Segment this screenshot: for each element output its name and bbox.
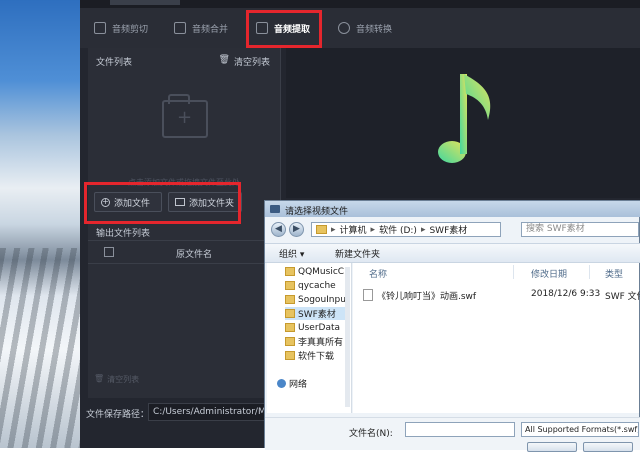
- convert-icon: [338, 22, 350, 34]
- clear-list-button[interactable]: 🗑 清空列表: [219, 55, 270, 68]
- scissors-icon: [94, 22, 106, 34]
- new-folder-button[interactable]: 新建文件夹: [335, 247, 380, 260]
- search-input[interactable]: 搜索 SWF素材: [521, 222, 639, 237]
- column-type[interactable]: 类型: [605, 267, 623, 280]
- file-list-header: 文件列表 🗑 清空列表: [88, 48, 280, 72]
- trash-icon: 🗑: [94, 374, 105, 383]
- file-date: 2018/12/6 9:33: [531, 289, 601, 299]
- folder-icon: [285, 267, 295, 276]
- tab-label: 音频合并: [192, 24, 229, 35]
- open-file-dialog: 请选择视频文件 ◀ ▶ ▸ 计算机 ▸ 软件 (D:) ▸ SWF素材 搜索 S…: [264, 200, 640, 452]
- music-note-icon: [438, 74, 491, 163]
- folder-icon: [285, 309, 295, 318]
- open-button[interactable]: [527, 442, 577, 452]
- file-name-label: 文件名(N):: [349, 429, 393, 439]
- tab-label: 音频转换: [356, 24, 393, 35]
- nav-item[interactable]: qycache: [285, 279, 349, 292]
- file-name-input[interactable]: [405, 422, 515, 437]
- breadcrumb-folder[interactable]: SWF素材: [429, 223, 467, 236]
- folder-icon: [285, 323, 295, 332]
- breadcrumb-computer[interactable]: 计算机: [340, 223, 367, 236]
- nav-item[interactable]: 李真真所有: [285, 335, 349, 348]
- wallpaper-trees: [0, 248, 80, 448]
- nav-item[interactable]: QQMusicC: [285, 265, 349, 278]
- highlight-add-buttons: [84, 182, 241, 224]
- breadcrumb-drive[interactable]: 软件 (D:): [379, 223, 417, 236]
- address-row: ◀ ▶ ▸ 计算机 ▸ 软件 (D:) ▸ SWF素材 搜索 SWF素材: [265, 219, 640, 241]
- address-bar[interactable]: ▸ 计算机 ▸ 软件 (D:) ▸ SWF素材: [311, 222, 501, 237]
- clear-output-list-button[interactable]: 🗑 清空列表: [94, 374, 139, 385]
- organize-menu[interactable]: 组织 ▾: [279, 247, 304, 260]
- file-list-title: 文件列表: [96, 58, 133, 68]
- dialog-title-bar: 请选择视频文件: [265, 201, 640, 217]
- nav-item[interactable]: UserData: [285, 321, 349, 334]
- column-date[interactable]: 修改日期: [531, 267, 567, 280]
- column-name[interactable]: 名称: [369, 267, 387, 280]
- folder-icon: [285, 281, 295, 290]
- select-all-checkbox[interactable]: [104, 247, 114, 257]
- highlight-extract-tab: [246, 10, 322, 48]
- nav-item-selected[interactable]: SWF素材: [285, 307, 349, 320]
- toolbar: 音频剪切 音频合并 音频提取 音频转换: [80, 8, 640, 48]
- forward-button[interactable]: ▶: [289, 222, 304, 237]
- file-type: SWF 文件: [605, 292, 640, 302]
- folder-icon: [285, 337, 295, 346]
- trash-icon: 🗑: [218, 55, 230, 65]
- output-list-title: 输出文件列表: [96, 229, 151, 239]
- preview-area: [286, 48, 640, 198]
- file-row[interactable]: 《铃儿响叮当》动画.swf 2018/12/6 9:33 SWF 文件: [363, 287, 640, 302]
- network-icon: [277, 379, 286, 388]
- nav-item[interactable]: 软件下载: [285, 349, 349, 362]
- file-name: 《铃儿响叮当》动画.swf: [377, 292, 477, 302]
- cancel-button[interactable]: [583, 442, 633, 452]
- tab-audio-cut[interactable]: 音频剪切: [94, 8, 148, 48]
- folder-icon: [285, 295, 295, 304]
- back-button[interactable]: ◀: [271, 222, 286, 237]
- file-list-pane: 名称 修改日期 类型 《铃儿响叮当》动画.swf 2018/12/6 9:33 …: [353, 263, 640, 413]
- app-icon: [270, 205, 280, 213]
- merge-icon: [174, 22, 186, 34]
- folder-add-icon: +: [162, 94, 208, 138]
- swf-file-icon: [363, 289, 373, 301]
- tab-audio-convert[interactable]: 音频转换: [338, 8, 392, 48]
- file-drop-area[interactable]: + 点击添加文件或拖拽文件至此处: [88, 72, 280, 187]
- app-title-bar: [80, 0, 640, 8]
- nav-scrollbar[interactable]: [345, 267, 350, 407]
- column-original-name: 原文件名: [176, 250, 213, 260]
- save-path-label: 文件保存路径：: [86, 410, 150, 420]
- dialog-bottom-bar: 文件名(N): All Supported Formats(*.swf;: [265, 417, 640, 452]
- output-table-header: 原文件名: [88, 240, 272, 264]
- file-type-select[interactable]: All Supported Formats(*.swf;: [521, 422, 639, 437]
- tab-label: 音频剪切: [112, 24, 149, 35]
- save-path-input[interactable]: C:/Users/Administrator/Mu: [148, 403, 272, 421]
- tab-audio-merge[interactable]: 音频合并: [174, 8, 228, 48]
- nav-item[interactable]: SogouInpu: [285, 293, 349, 306]
- dialog-title: 请选择视频文件: [285, 207, 349, 217]
- folder-icon: [316, 225, 327, 234]
- folder-icon: [285, 351, 295, 360]
- command-bar: 组织 ▾ 新建文件夹: [265, 243, 640, 263]
- navigation-pane: QQMusicC qycache SogouInpu SWF素材 UserDat…: [267, 263, 352, 413]
- nav-item-network[interactable]: 网络: [277, 377, 341, 390]
